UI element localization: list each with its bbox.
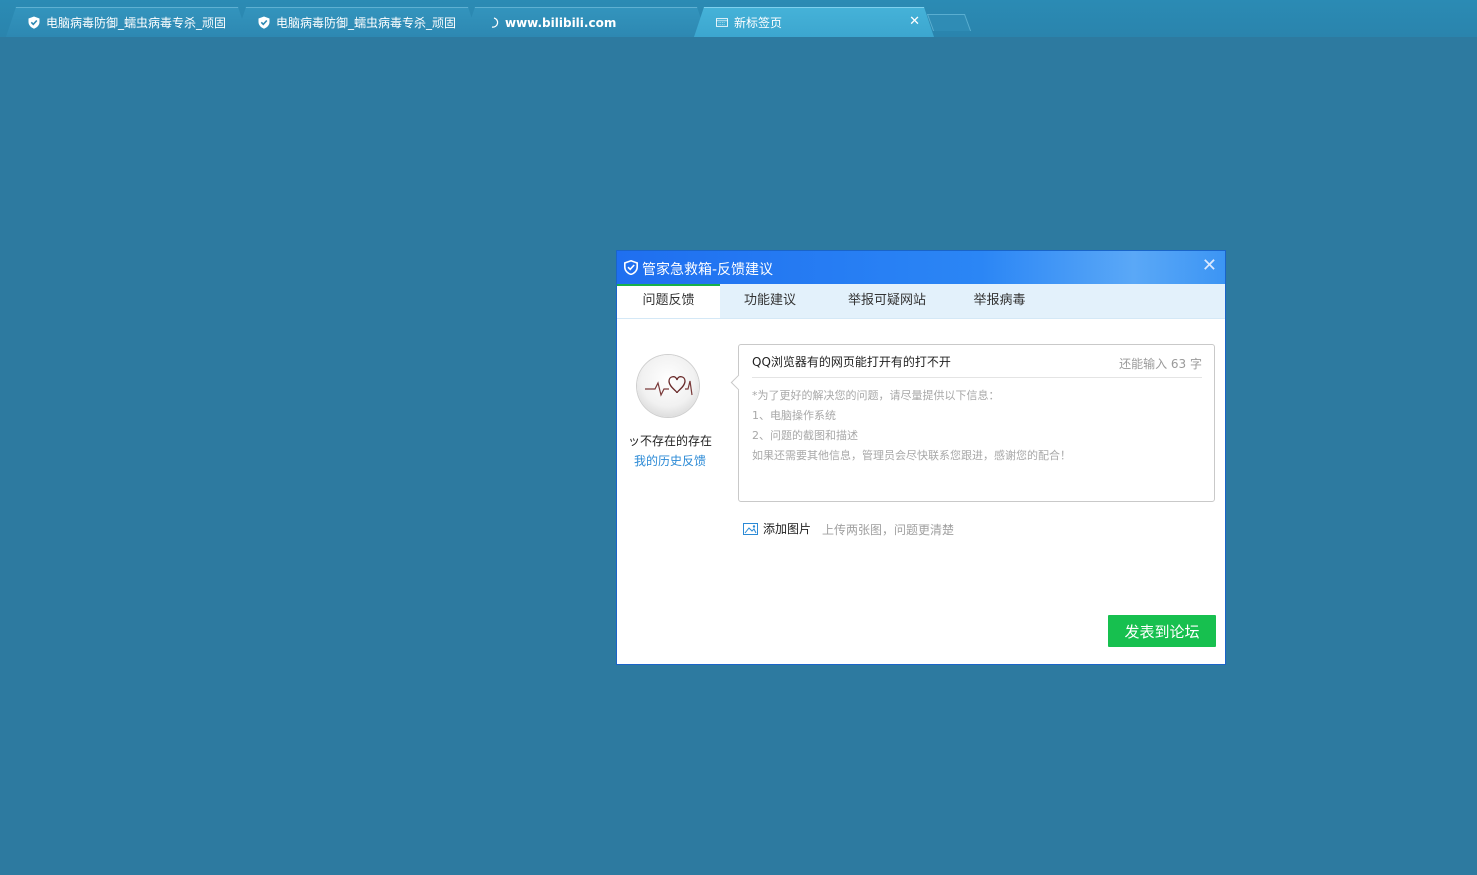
heartbeat-heart-icon <box>645 376 693 397</box>
user-name: ッ不存在的存在 <box>627 434 712 448</box>
tab-title: 电脑病毒防御_蠕虫病毒专杀_顽固 <box>46 16 226 30</box>
browser-tab-1[interactable]: 电脑病毒防御_蠕虫病毒专杀_顽固 <box>6 7 248 37</box>
tab-report-suspicious-site[interactable]: 举报可疑网站 <box>827 284 947 318</box>
dialog-titlebar[interactable]: 管家急救箱-反馈建议 ✕ <box>617 251 1225 284</box>
placeholder-line: 如果还需要其他信息，管理员会尽快联系您跟进，感谢您的配合！ <box>752 449 1071 462</box>
new-tab-button[interactable] <box>926 14 972 31</box>
subject-input[interactable] <box>752 354 1112 368</box>
add-image-hint: 上传两张图，问题更清楚 <box>822 523 955 537</box>
close-icon[interactable]: ✕ <box>1202 256 1217 276</box>
browser-tab-4-active[interactable]: 新标签页 ✕ <box>694 7 934 37</box>
avatar <box>637 355 699 417</box>
newtab-page-icon <box>716 16 728 29</box>
input-divider <box>752 377 1202 378</box>
feedback-tab-bar: 问题反馈 功能建议 举报可疑网站 举报病毒 <box>617 284 1225 319</box>
tab-title: 电脑病毒防御_蠕虫病毒专杀_顽固 <box>276 16 456 30</box>
feedback-dialog: 管家急救箱-反馈建议 ✕ 问题反馈 功能建议 举报可疑网站 举报病毒 ッ不存在的… <box>616 250 1226 665</box>
dialog-title: 管家急救箱-反馈建议 <box>642 262 774 278</box>
shield-icon <box>258 16 270 29</box>
add-image-label: 添加图片 <box>763 522 812 536</box>
shield-icon <box>28 16 40 29</box>
browser-tab-3[interactable]: www.bilibili.com <box>465 7 707 37</box>
browser-tab-strip: 电脑病毒防御_蠕虫病毒专杀_顽固 电脑病毒防御_蠕虫病毒专杀_顽固 www.bi… <box>0 0 1477 37</box>
tab-title: 新标签页 <box>734 16 783 30</box>
submit-to-forum-button[interactable]: 发表到论坛 <box>1108 615 1216 647</box>
placeholder-line: 1、电脑操作系统 <box>752 409 836 422</box>
tab-feature-suggestion[interactable]: 功能建议 <box>720 284 820 318</box>
placeholder-line: 2、问题的截图和描述 <box>752 429 858 442</box>
placeholder-line: *为了更好的解决您的问题，请尽量提供以下信息： <box>752 389 1000 402</box>
history-feedback-link[interactable]: 我的历史反馈 <box>625 452 715 469</box>
tab-report-virus[interactable]: 举报病毒 <box>947 284 1052 318</box>
description-textarea[interactable]: *为了更好的解决您的问题，请尽量提供以下信息： 1、电脑操作系统 2、问题的截图… <box>752 386 1202 494</box>
feedback-input-box: 还能输入 63 字 *为了更好的解决您的问题，请尽量提供以下信息： 1、电脑操作… <box>738 344 1215 502</box>
loading-icon <box>487 16 499 29</box>
add-image-button[interactable]: 添加图片 <box>743 520 811 537</box>
char-counter: 还能输入 63 字 <box>1119 357 1202 371</box>
tab-title: www.bilibili.com <box>505 15 617 30</box>
browser-tab-2[interactable]: 电脑病毒防御_蠕虫病毒专杀_顽固 <box>236 7 478 37</box>
shield-icon <box>624 260 638 275</box>
close-tab-icon[interactable]: ✕ <box>909 14 920 29</box>
tab-problem-feedback[interactable]: 问题反馈 <box>617 284 720 318</box>
image-icon <box>743 522 758 535</box>
